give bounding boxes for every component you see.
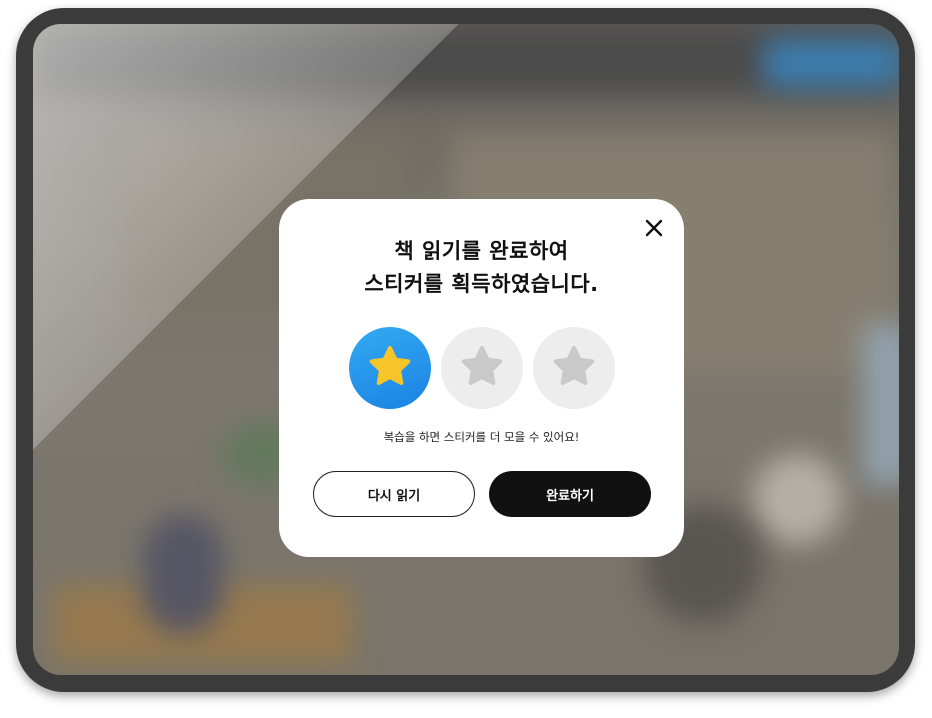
sticker-locked (441, 327, 523, 409)
sticker-locked (533, 327, 615, 409)
reread-button-label: 다시 읽기 (367, 488, 421, 504)
tablet-frame: 책 읽기를 완료하여 스티커를 획득하였습니다. 복습을 하면 스티커를 더 모… (16, 8, 915, 692)
star-icon (369, 346, 411, 385)
title-line-2: 스티커를 획득하였습니다. (364, 272, 599, 296)
star-icon (553, 346, 595, 385)
reread-button[interactable]: 다시 읽기 (313, 471, 475, 517)
sticker-earned (349, 327, 431, 409)
modal-title: 책 읽기를 완료하여 스티커를 획득하였습니다. (279, 235, 684, 301)
app-screen: 책 읽기를 완료하여 스티커를 획득하였습니다. 복습을 하면 스티커를 더 모… (33, 24, 899, 675)
complete-button[interactable]: 완료하기 (489, 471, 651, 517)
sticker-reward-modal: 책 읽기를 완료하여 스티커를 획득하였습니다. 복습을 하면 스티커를 더 모… (279, 199, 684, 557)
sticker-row (349, 327, 615, 409)
star-icon (461, 346, 503, 385)
review-hint-text: 복습을 하면 스티커를 더 모을 수 있어요! (383, 430, 580, 444)
title-line-1: 책 읽기를 완료하여 (394, 239, 569, 263)
complete-button-label: 완료하기 (546, 488, 594, 504)
